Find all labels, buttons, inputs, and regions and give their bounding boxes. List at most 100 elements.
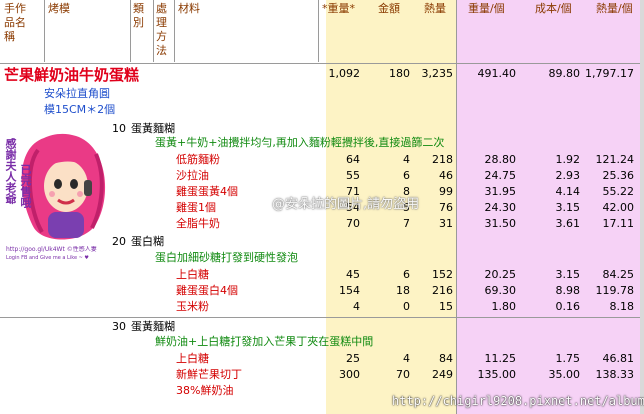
mold-line-1: 安朵拉直角圓 <box>44 87 110 100</box>
header-category-2: 別 <box>133 16 144 29</box>
ingredient-weight-each: 1.80 <box>491 300 517 313</box>
ingredient-calorie: 31 <box>439 217 453 230</box>
section-divider <box>0 317 640 318</box>
ingredient-calorie: 84 <box>439 352 453 365</box>
ingredient-weight-each: 31.95 <box>484 185 517 198</box>
ingredient-amount: 6 <box>403 169 410 182</box>
ingredient-calorie-each: 25.36 <box>602 169 635 182</box>
ingredient-calorie: 249 <box>432 368 453 381</box>
header-calorie: 熱量 <box>424 2 446 15</box>
cartoon-stamp: 感謝夫人老爺 已完售哦 http://goo.gl/Uk4Wt ©性感人妻 Lo… <box>4 128 128 266</box>
header-method-4: 法 <box>156 44 167 57</box>
ingredient-weight: 64 <box>346 153 360 166</box>
ingredient-name: 雞蛋1個 <box>176 201 216 214</box>
ingredient-weight-each: 69.30 <box>484 284 517 297</box>
stamp-caption: http://goo.gl/Uk4Wt ©性感人妻 <box>6 246 97 253</box>
ingredient-name: 低筋麵粉 <box>176 153 220 166</box>
ingredient-cost-each: 8.98 <box>555 284 581 297</box>
header-divider <box>130 0 131 62</box>
recipe-weight: 1,092 <box>328 67 361 80</box>
ingredient-weight-each: 11.25 <box>484 352 517 365</box>
ingredient-weight-each: 24.30 <box>484 201 517 214</box>
watermark-text: @安朵拉的圖片,請勿盜用 <box>272 197 420 212</box>
header-mold: 烤模 <box>48 2 70 15</box>
ingredient-calorie-each: 119.78 <box>595 284 635 297</box>
ingredient-amount: 4 <box>403 153 410 166</box>
header-product-3: 稱 <box>4 30 15 43</box>
ingredient-calorie-each: 121.24 <box>595 153 635 166</box>
mold-line-2: 模15CM＊2個 <box>44 103 116 116</box>
ingredient-name: 雞蛋蛋黃4個 <box>176 185 238 198</box>
ingredient-weight-each: 28.80 <box>484 153 517 166</box>
ingredient-calorie: 46 <box>439 169 453 182</box>
section-number: 30 <box>112 320 126 333</box>
ingredient-calorie-each: 84.25 <box>602 268 635 281</box>
ingredient-cost-each: 0.16 <box>555 300 581 313</box>
ingredient-calorie: 152 <box>432 268 453 281</box>
ingredient-weight: 300 <box>339 368 360 381</box>
recipe-calorie-each: 1,797.17 <box>585 67 634 80</box>
header-bottom-border <box>0 63 640 64</box>
ingredient-weight: 55 <box>346 169 360 182</box>
ingredient-cost-each: 1.75 <box>555 352 581 365</box>
ingredient-calorie-each: 55.22 <box>602 185 635 198</box>
ingredient-cost-each: 3.61 <box>555 217 581 230</box>
section-instruction: 蛋白加細砂糖打發到硬性發泡 <box>155 251 298 264</box>
ingredient-weight-each: 31.50 <box>484 217 517 230</box>
ingredient-name: 沙拉油 <box>176 169 209 182</box>
header-product-2: 品名 <box>4 16 26 29</box>
recipe-weight-each: 491.40 <box>477 67 517 80</box>
header-weight-each: 重量/個 <box>468 2 505 15</box>
header-weight: *重量* <box>322 2 355 15</box>
ingredient-calorie-each: 8.18 <box>609 300 635 313</box>
ingredient-weight-each: 135.00 <box>477 368 517 381</box>
right-frame <box>640 0 644 414</box>
header-method-3: 方 <box>156 30 167 43</box>
ingredient-calorie-each: 42.00 <box>602 201 635 214</box>
ingredient-calorie: 15 <box>439 300 453 313</box>
ingredient-name: 上白糖 <box>176 352 209 365</box>
ingredient-weight: 25 <box>346 352 360 365</box>
ingredient-amount: 70 <box>396 368 410 381</box>
header-product-1: 手作 <box>4 2 26 15</box>
stamp-text-1: 感謝夫人老爺 <box>4 138 17 204</box>
ingredient-cost-each: 1.92 <box>555 153 581 166</box>
ingredient-cost-each: 4.14 <box>555 185 581 198</box>
ingredient-name: 上白糖 <box>176 268 209 281</box>
header-category-1: 類 <box>133 2 144 15</box>
ingredient-calorie: 216 <box>432 284 453 297</box>
section-instruction: 鮮奶油+上白糖打發加入芒果丁夾在蛋糕中間 <box>155 335 374 348</box>
recipe-amount: 180 <box>389 67 410 80</box>
ingredient-name: 玉米粉 <box>176 300 209 313</box>
header-divider <box>153 0 154 62</box>
ingredient-name: 全脂牛奶 <box>176 217 220 230</box>
header-calorie-each: 熱量/個 <box>596 2 633 15</box>
section-name: 蛋白糊 <box>131 235 164 248</box>
ingredient-amount: 0 <box>403 300 410 313</box>
header-method-1: 處 <box>156 2 167 15</box>
header-method-2: 理 <box>156 16 167 29</box>
header-cost-each: 成本/個 <box>535 2 572 15</box>
ingredient-weight: 4 <box>353 300 360 313</box>
header-divider <box>44 0 45 62</box>
ingredient-calorie-each: 46.81 <box>602 352 635 365</box>
ingredient-cost-each: 3.15 <box>555 268 581 281</box>
album-url: http://chigirl9208.pixnet.net/album <box>392 394 644 408</box>
section-name: 蛋黃麵糊 <box>131 320 175 333</box>
section-name: 蛋黃麵糊 <box>131 122 175 135</box>
header-divider <box>174 0 175 62</box>
ingredient-cost-each: 3.15 <box>555 201 581 214</box>
recipe-calorie: 3,235 <box>421 67 454 80</box>
section-instruction: 蛋黃+牛奶+油攪拌均勻,再加入麵粉輕攪拌後,直接過篩二次 <box>155 136 445 149</box>
header-divider <box>318 0 319 62</box>
ingredient-cost-each: 2.93 <box>555 169 581 182</box>
ingredient-weight-each: 24.75 <box>484 169 517 182</box>
ingredient-name: 雞蛋蛋白4個 <box>176 284 238 297</box>
ingredient-weight-each: 20.25 <box>484 268 517 281</box>
ingredient-calorie-each: 138.33 <box>595 368 635 381</box>
header-materials: 材料 <box>178 2 200 15</box>
spreadsheet: 手作 品名 稱 烤模 類 別 處 理 方 法 材料 *重量* 金額 熱量 重量/… <box>0 0 644 414</box>
ingredient-name: 新鮮芒果切丁 <box>176 368 242 381</box>
header-amount: 金額 <box>378 2 400 15</box>
ingredient-amount: 6 <box>403 268 410 281</box>
